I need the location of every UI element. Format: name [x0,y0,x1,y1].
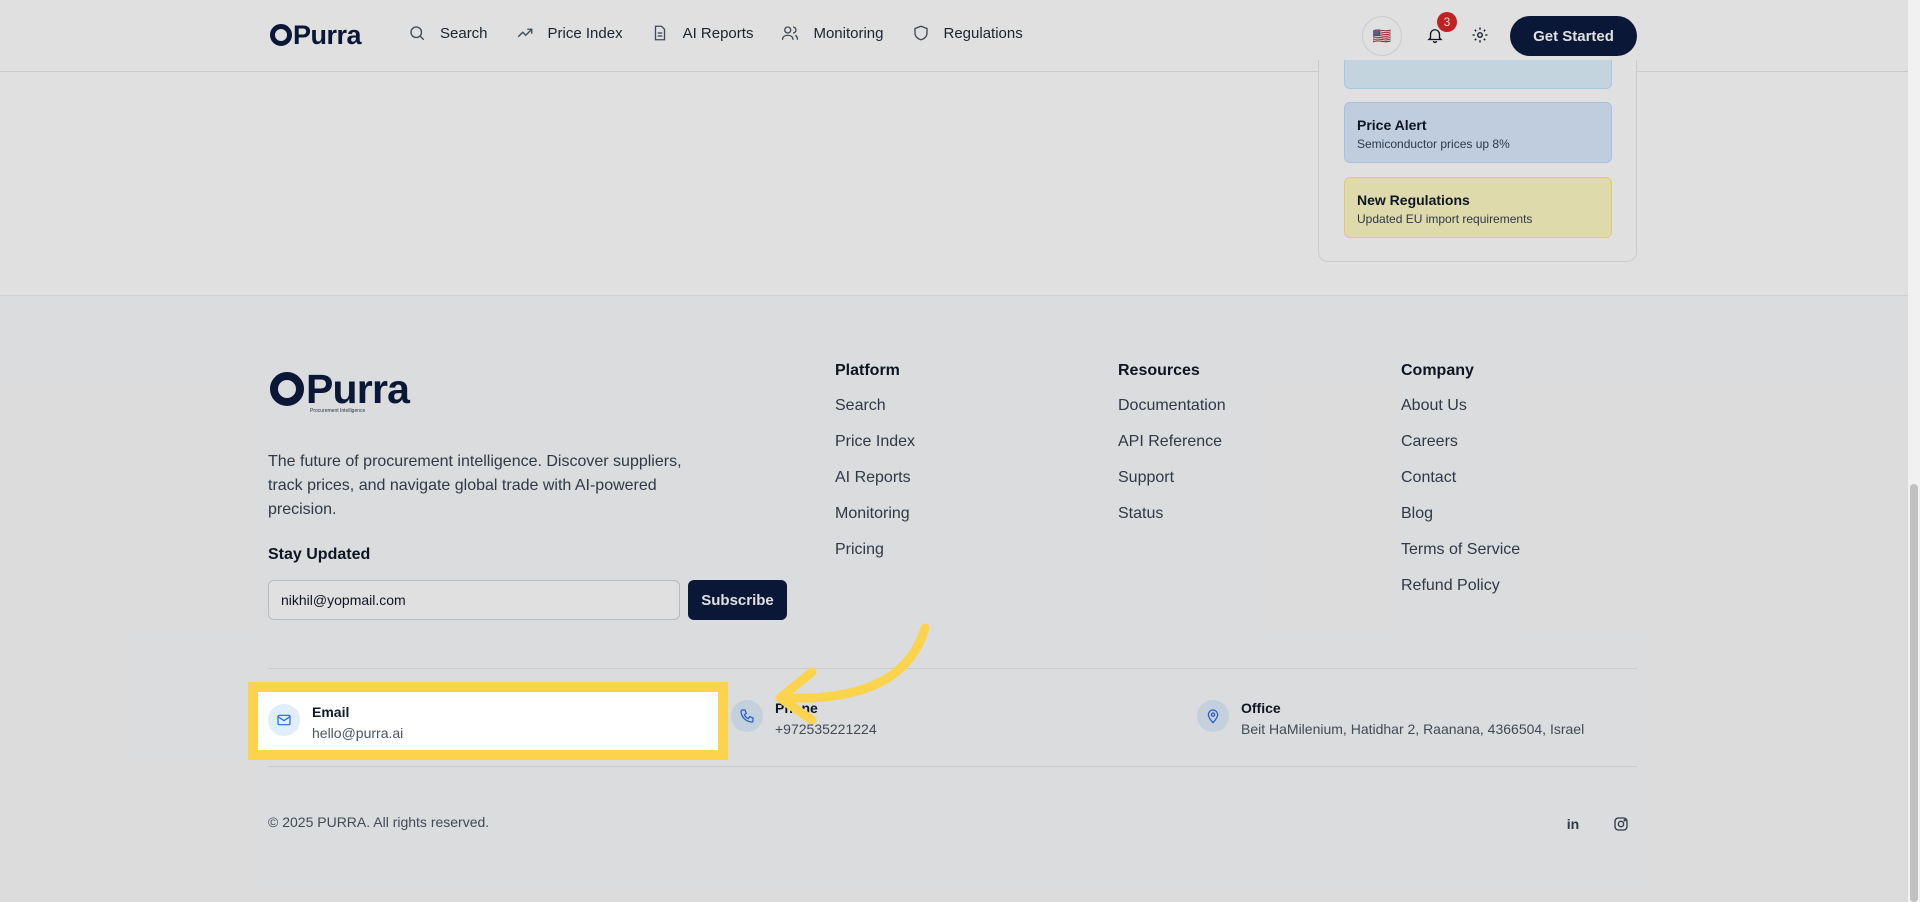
copyright: © 2025 PURRA. All rights reserved. [268,814,490,830]
footer-link-support[interactable]: Support [1118,468,1226,504]
instagram-icon[interactable] [1607,810,1635,838]
logo-text: Purra [293,20,362,50]
footer-column-resources: Resources Documentation API Reference Su… [1118,362,1226,540]
footer-link-price-index[interactable]: Price Index [835,432,915,468]
phone-icon [740,709,754,723]
highlight-box: Email hello@purra.ai [248,682,728,760]
alert-card[interactable]: Price Alert Semiconductor prices up 8% [1344,102,1612,163]
footer-link-contact[interactable]: Contact [1401,468,1520,504]
nav-label: Regulations [943,24,1023,42]
mail-icon [277,714,291,726]
notification-badge: 3 [1437,12,1457,32]
trending-up-icon [517,28,532,38]
linkedin-icon[interactable]: in [1559,810,1587,838]
nav-label: Search [440,24,488,42]
document-icon [654,25,665,41]
shield-icon [913,25,928,41]
main-nav: Search Price Index AI Reports Monitoring… [408,24,1023,42]
phone-icon-wrap [731,700,763,732]
column-title: Company [1401,362,1474,379]
logo[interactable]: Purra [270,20,362,51]
footer-link-terms[interactable]: Terms of Service [1401,540,1520,576]
footer-logo[interactable]: Purra [270,366,410,413]
footer-link-documentation[interactable]: Documentation [1118,396,1226,432]
footer-link-api-reference[interactable]: API Reference [1118,432,1226,468]
search-icon [410,26,425,41]
nav-monitoring[interactable]: Monitoring [781,24,884,42]
nav-regulations[interactable]: Regulations [912,24,1023,42]
footer-description: The future of procurement intelligence. … [268,453,682,518]
footer-link-search[interactable]: Search [835,396,915,432]
map-pin-icon-wrap [1197,700,1229,732]
footer-column-platform: Platform Search Price Index AI Reports M… [835,362,915,576]
annotation-arrow-icon [775,623,930,725]
footer-link-pricing[interactable]: Pricing [835,540,915,576]
contact-value: hello@purra.ai [312,725,404,741]
column-title: Platform [835,362,900,379]
nav-label: Monitoring [813,24,884,42]
get-started-button[interactable]: Get Started [1510,16,1637,56]
footer-link-about-us[interactable]: About Us [1401,396,1520,432]
gear-icon [1472,27,1488,43]
alert-title: Price Alert [1357,117,1427,133]
subscribe-button[interactable]: Subscribe [688,580,787,620]
footer-link-careers[interactable]: Careers [1401,432,1520,468]
contact-value: Beit HaMilenium, Hatidhar 2, Raanana, 43… [1241,721,1585,737]
contact-email[interactable]: Email hello@purra.ai [258,692,718,741]
mail-icon-wrap [268,704,300,736]
footer-column-company: Company About Us Careers Contact Blog Te… [1401,362,1520,612]
alert-description: Updated EU import requirements [1357,212,1533,226]
nav-label: AI Reports [682,24,754,42]
footer-link-refund-policy[interactable]: Refund Policy [1401,576,1520,612]
nav-label: Price Index [547,24,623,42]
footer-link-ai-reports[interactable]: AI Reports [835,468,915,504]
contact-label: Office [1241,700,1281,716]
footer-link-blog[interactable]: Blog [1401,504,1520,540]
footer-divider [268,766,1637,767]
alert-description: Semiconductor prices up 8% [1357,137,1510,151]
language-selector[interactable]: 🇺🇸 [1362,16,1402,56]
newsletter-email-input[interactable] [268,580,680,620]
footer-divider [268,668,1637,669]
nav-search[interactable]: Search [408,24,488,42]
column-title: Resources [1118,362,1200,379]
map-pin-icon [1207,709,1219,724]
footer-link-monitoring[interactable]: Monitoring [835,504,915,540]
alert-card[interactable]: New Regulations Updated EU import requir… [1344,177,1612,238]
scrollbar-thumb[interactable] [1910,484,1918,902]
contact-label: Email [312,704,350,720]
logo-tagline: Procurement Intelligence [310,408,366,414]
alert-title: New Regulations [1357,192,1470,208]
nav-price-index[interactable]: Price Index [516,24,623,42]
newsletter-heading: Stay Updated [268,546,371,563]
contact-office: Office Beit HaMilenium, Hatidhar 2, Raan… [1197,700,1584,737]
settings-button[interactable] [1471,26,1491,46]
users-icon [782,26,799,40]
nav-ai-reports[interactable]: AI Reports [651,24,754,42]
us-flag-icon: 🇺🇸 [1372,28,1392,45]
footer-logo-text: Purra [306,366,410,412]
alert-card-partial[interactable] [1344,60,1612,89]
footer-link-status[interactable]: Status [1118,504,1226,540]
